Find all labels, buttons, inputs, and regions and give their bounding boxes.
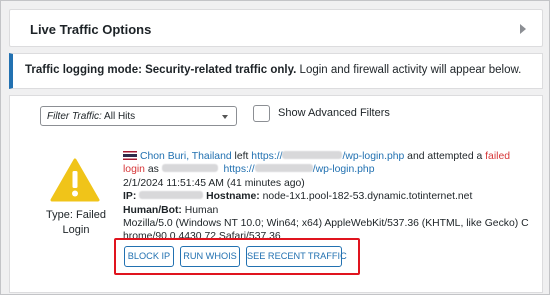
warning-icon bbox=[50, 158, 100, 202]
referrer-url-suffix: /wp-login.php bbox=[342, 151, 405, 162]
redacted-domain bbox=[254, 164, 313, 173]
traffic-type-label: Type: Failed Login bbox=[46, 209, 106, 236]
redacted-ip bbox=[139, 191, 204, 200]
show-advanced-filters-checkbox[interactable] bbox=[253, 105, 270, 122]
filter-select-value: Filter Traffic: All Hits bbox=[47, 111, 135, 122]
entry-timestamp: 2/1/2024 11:51:45 AM (41 minutes ago) bbox=[123, 177, 305, 189]
location-link[interactable]: Chon Buri, Thailand bbox=[140, 151, 232, 162]
entry-summary-line: Chon Buri, Thailand left https:// /wp-log… bbox=[123, 150, 539, 163]
request-url-link[interactable]: https:// /wp-login.php bbox=[224, 164, 375, 175]
thailand-flag-icon bbox=[123, 151, 137, 160]
filter-traffic-select[interactable]: Filter Traffic: All Hits bbox=[40, 106, 237, 126]
human-bot-label: Human/Bot: bbox=[123, 204, 182, 216]
chevron-right-icon[interactable] bbox=[520, 24, 526, 34]
logging-mode-notice: Traffic logging mode: Security-related t… bbox=[9, 53, 543, 89]
hostname-label: Hostname: bbox=[206, 191, 260, 203]
request-url-prefix: https:// bbox=[223, 164, 255, 176]
entry-login-line: login as https:// /wp-login.php bbox=[123, 163, 539, 176]
traffic-entry-details: Chon Buri, Thailand left https:// /wp-log… bbox=[123, 150, 539, 244]
header-title: Live Traffic Options bbox=[30, 22, 152, 37]
referrer-url-link[interactable]: https:// /wp-login.php bbox=[251, 151, 404, 162]
live-traffic-screen: Live Traffic Options Traffic logging mod… bbox=[0, 0, 550, 295]
run-whois-button[interactable]: RUN WHOIS bbox=[180, 246, 240, 267]
chevron-down-icon bbox=[222, 115, 228, 119]
redacted-username bbox=[161, 164, 218, 173]
hostname-value: node-1x1.pool-182-53.dynamic.totinternet… bbox=[259, 191, 473, 203]
ip-label: IP: bbox=[123, 191, 137, 203]
live-traffic-options-header[interactable]: Live Traffic Options bbox=[9, 9, 543, 47]
notice-text: Traffic logging mode: Security-related t… bbox=[25, 64, 521, 76]
action-buttons-highlight: BLOCK IP RUN WHOIS SEE RECENT TRAFFIC bbox=[114, 238, 360, 275]
see-recent-traffic-button[interactable]: SEE RECENT TRAFFIC bbox=[246, 246, 347, 267]
referrer-url-prefix: https:// bbox=[251, 151, 283, 162]
notice-rest-text: Login and firewall activity will appear … bbox=[296, 64, 522, 76]
redacted-domain bbox=[282, 151, 343, 159]
request-url-suffix: /wp-login.php bbox=[312, 164, 375, 176]
traffic-panel: Filter Traffic: All Hits Show Advanced F… bbox=[9, 95, 543, 293]
as-text: as bbox=[144, 164, 162, 176]
notice-bold-text: Traffic logging mode: Security-related t… bbox=[25, 64, 297, 76]
failed-text: failed bbox=[485, 151, 511, 162]
filter-label: Filter Traffic: bbox=[47, 111, 102, 122]
block-ip-button[interactable]: BLOCK IP bbox=[124, 246, 174, 267]
left-text: left bbox=[231, 151, 252, 162]
entry-human-line: Human/Bot: Human bbox=[123, 204, 539, 217]
entry-ip-line: IP: Hostname: node-1x1.pool-182-53.dynam… bbox=[123, 190, 539, 203]
filter-selected: All Hits bbox=[101, 111, 136, 122]
attempted-text: and attempted a bbox=[404, 151, 486, 162]
show-advanced-filters-label[interactable]: Show Advanced Filters bbox=[278, 107, 390, 119]
human-bot-value: Human bbox=[181, 204, 219, 216]
user-agent-line-1: Mozilla/5.0 (Windows NT 10.0; Win64; x64… bbox=[123, 218, 529, 230]
login-text: login bbox=[123, 164, 145, 176]
